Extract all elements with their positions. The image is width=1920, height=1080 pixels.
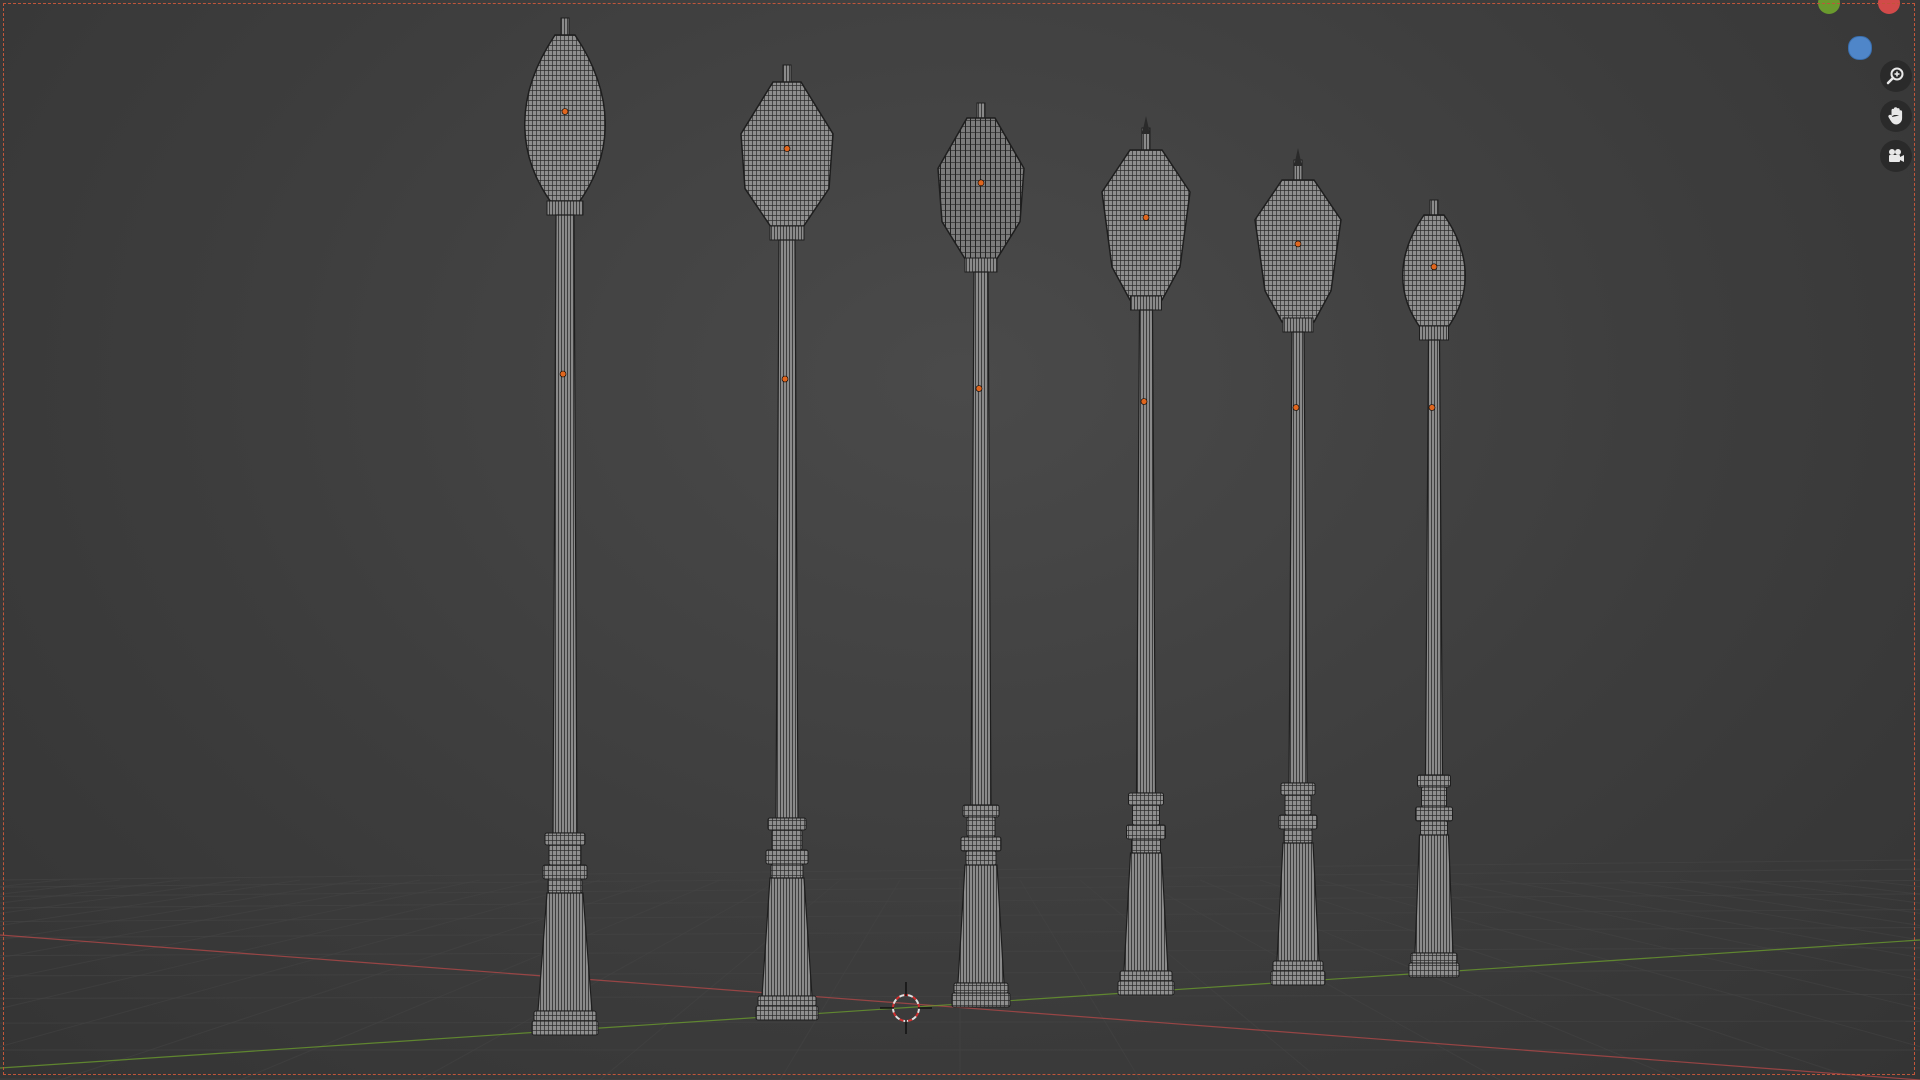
origin-point: [559, 370, 567, 378]
pan-button[interactable]: [1880, 100, 1912, 132]
origin-point: [1142, 214, 1150, 221]
lamp-post-3[interactable]: [937, 102, 1025, 1008]
origin-point: [783, 145, 791, 152]
z-axis-gizmo-icon[interactable]: [1848, 36, 1872, 60]
lamp-post-2[interactable]: [740, 64, 834, 1021]
lamp-post-4[interactable]: [1101, 116, 1191, 996]
origin-point: [1430, 263, 1438, 271]
3d-viewport[interactable]: [0, 0, 1920, 1080]
origin-point: [975, 385, 983, 392]
zoom-button[interactable]: [1880, 60, 1912, 92]
scene-canvas[interactable]: [0, 0, 1920, 1080]
origin-point: [977, 179, 985, 187]
lamp-post-6[interactable]: [1402, 199, 1466, 978]
camera-button[interactable]: [1880, 140, 1912, 172]
origin-point: [1292, 404, 1300, 411]
camera-icon: [1889, 149, 1904, 162]
origin-point: [781, 375, 789, 383]
lamp-post-5[interactable]: [1254, 148, 1342, 986]
origin-point: [561, 108, 569, 115]
magnifier-icon: [1886, 67, 1904, 85]
hand-icon: [1888, 107, 1903, 125]
lamp-post-group[interactable]: [524, 17, 1466, 1036]
origin-point: [1294, 240, 1302, 248]
origin-point: [1140, 398, 1148, 405]
origin-point: [1428, 404, 1436, 411]
